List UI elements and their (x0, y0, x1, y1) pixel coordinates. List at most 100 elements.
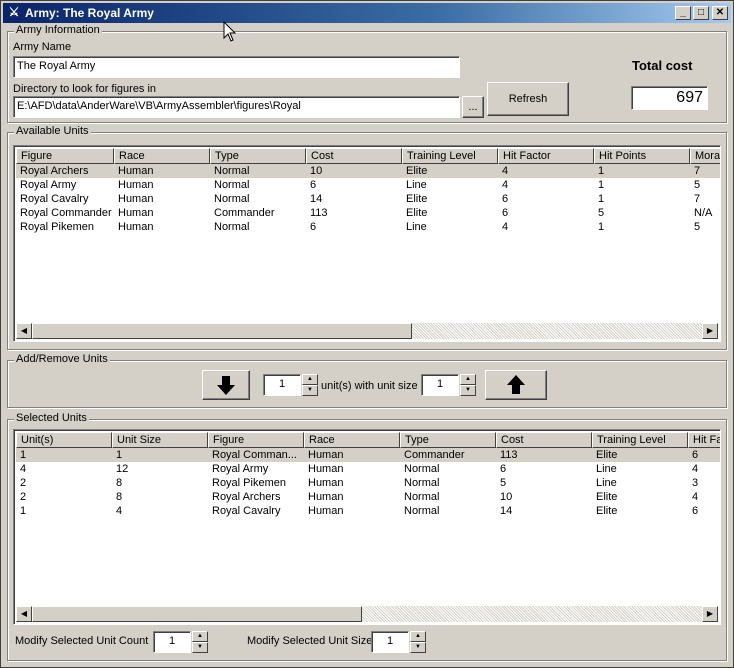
remove-units-button[interactable] (485, 370, 547, 400)
selected-units-hscroll[interactable]: ◀ ▶ (16, 606, 718, 622)
table-row[interactable]: Royal Cavalry Human Normal 14 Elite 6 1 7 (16, 192, 720, 206)
selected_units-column-header[interactable]: Training Level (592, 432, 688, 448)
unit-size-up[interactable]: ▲ (460, 374, 476, 385)
available-units-header: Figure Race Type Cost Training Level Hit Fact… (16, 148, 720, 164)
table-cell: Human (308, 477, 344, 489)
scroll-right-button[interactable]: ▶ (702, 323, 718, 339)
selected-units-rows: 1 1 Royal Comman... Human Commander 113 Elite 6… (16, 448, 720, 518)
table-cell: 4 (502, 179, 509, 191)
arrow-down-icon (217, 376, 235, 395)
table-cell: Line (596, 477, 617, 489)
table-cell: 4 (692, 463, 699, 475)
unit-count-up[interactable]: ▲ (302, 374, 318, 385)
selected-units-header: Unit(s) Unit Size Figure Race Type Cost Traini… (16, 432, 720, 448)
selected_units-column-header[interactable]: Unit Size (112, 432, 208, 448)
table-cell: 4 (502, 165, 509, 177)
table-cell: Human (118, 165, 154, 177)
available_units-column-header[interactable]: Type (210, 148, 306, 164)
selected-units-list[interactable]: Unit(s) Unit Size Figure Race Type Cost Traini… (13, 429, 721, 625)
selected_units-column-header[interactable]: Hit Fa (688, 432, 720, 448)
close-button[interactable]: ✕ (712, 6, 728, 20)
table-cell: 113 (310, 207, 328, 219)
scroll-right-button[interactable]: ▶ (702, 606, 718, 622)
table-cell: 10 (500, 491, 513, 503)
title-bar[interactable]: ⚔ Army: The Royal Army _ □ ✕ (3, 3, 731, 23)
selected_units-column-header[interactable]: Race (304, 432, 400, 448)
available-units-hscroll[interactable]: ◀ ▶ (16, 323, 718, 339)
table-cell: Royal Cavalry (212, 505, 281, 517)
table-row[interactable]: 1 1 Royal Comman... Human Commander 113 Elite 6 (16, 448, 720, 462)
modify-count-label: Modify Selected Unit Count (15, 635, 149, 647)
table-cell: Royal Army (212, 463, 269, 475)
army-name-input[interactable]: The Royal Army (13, 56, 460, 78)
table-row[interactable]: Royal Commander Human Commander 113 Elite 6 5 N… (16, 206, 720, 220)
modify-size-input[interactable]: 1 (371, 631, 409, 653)
table-row[interactable]: 2 8 Royal Pikemen Human Normal 5 Line 3 (16, 476, 720, 490)
table-cell: Normal (214, 193, 250, 205)
available_units-column-header[interactable]: Figure (16, 148, 114, 164)
table-cell: 3 (692, 477, 699, 489)
unit-size-mid-label: unit(s) with unit size (321, 380, 418, 392)
modify-count-up[interactable]: ▲ (192, 631, 208, 642)
available_units-column-header[interactable]: Hit Factor (498, 148, 594, 164)
unit-size-input[interactable]: 1 (421, 374, 459, 396)
table-cell: 4 (116, 505, 123, 517)
browse-button[interactable]: ... (462, 96, 484, 118)
scroll-thumb[interactable] (32, 323, 412, 339)
modify-count-input[interactable]: 1 (153, 631, 191, 653)
table-cell: 6 (692, 505, 699, 517)
table-cell: Royal Army (20, 179, 77, 191)
refresh-button[interactable]: Refresh (487, 82, 569, 116)
table-cell: Elite (596, 449, 618, 461)
directory-label: Directory to look for figures in (13, 83, 157, 95)
modify-size-label: Modify Selected Unit Size (247, 635, 373, 647)
available_units-column-header[interactable]: Training Level (402, 148, 498, 164)
table-cell: 5 (598, 207, 605, 219)
minimize-button[interactable]: _ (675, 6, 691, 20)
selected-units-label: Selected Units (14, 412, 89, 424)
table-row[interactable]: Royal Army Human Normal 6 Line 4 1 5 (16, 178, 720, 192)
add-units-button[interactable] (202, 370, 250, 400)
selected_units-column-header[interactable]: Type (400, 432, 496, 448)
table-cell: Human (118, 179, 154, 191)
available_units-column-header[interactable]: Hit Points (594, 148, 690, 164)
table-cell: 12 (116, 463, 129, 475)
available-units-list[interactable]: Figure Race Type Cost Training Level Hit Fact… (13, 145, 721, 342)
unit-size-down[interactable]: ▼ (460, 385, 476, 396)
table-cell: Human (308, 505, 344, 517)
table-cell: Elite (596, 505, 618, 517)
table-cell: Human (118, 221, 154, 233)
unit-count-input[interactable]: 1 (263, 374, 301, 396)
directory-input[interactable]: E:\AFD\data\AnderWare\VB\ArmyAssembler\f… (13, 96, 460, 118)
table-cell: Normal (214, 221, 250, 233)
selected_units-column-header[interactable]: Cost (496, 432, 592, 448)
table-cell: Human (308, 491, 344, 503)
modify-size-up[interactable]: ▲ (410, 631, 426, 642)
table-row[interactable]: 4 12 Royal Army Human Normal 6 Line 4 (16, 462, 720, 476)
table-cell: Line (406, 179, 427, 191)
scroll-left-button[interactable]: ◀ (16, 323, 32, 339)
table-row[interactable]: 1 4 Royal Cavalry Human Normal 14 Elite 6 (16, 504, 720, 518)
modify-count-down[interactable]: ▼ (192, 642, 208, 653)
table-cell: 1 (598, 179, 605, 191)
table-cell: 4 (20, 463, 27, 475)
table-cell: Commander (214, 207, 275, 219)
available_units-column-header[interactable]: Mora (690, 148, 720, 164)
available_units-column-header[interactable]: Race (114, 148, 210, 164)
table-cell: Commander (404, 449, 465, 461)
table-cell: 2 (20, 477, 27, 489)
table-row[interactable]: Royal Archers Human Normal 10 Elite 4 1 7 (16, 164, 720, 178)
selected_units-column-header[interactable]: Figure (208, 432, 304, 448)
unit-count-down[interactable]: ▼ (302, 385, 318, 396)
maximize-button[interactable]: □ (693, 6, 709, 20)
table-row[interactable]: Royal Pikemen Human Normal 6 Line 4 1 5 (16, 220, 720, 234)
scroll-left-button[interactable]: ◀ (16, 606, 32, 622)
table-cell: 4 (502, 221, 509, 233)
available_units-column-header[interactable]: Cost (306, 148, 402, 164)
selected_units-column-header[interactable]: Unit(s) (16, 432, 112, 448)
scroll-thumb[interactable] (32, 606, 362, 622)
table-cell: 1 (598, 165, 605, 177)
table-row[interactable]: 2 8 Royal Archers Human Normal 10 Elite 4 (16, 490, 720, 504)
table-cell: Elite (406, 165, 428, 177)
modify-size-down[interactable]: ▼ (410, 642, 426, 653)
